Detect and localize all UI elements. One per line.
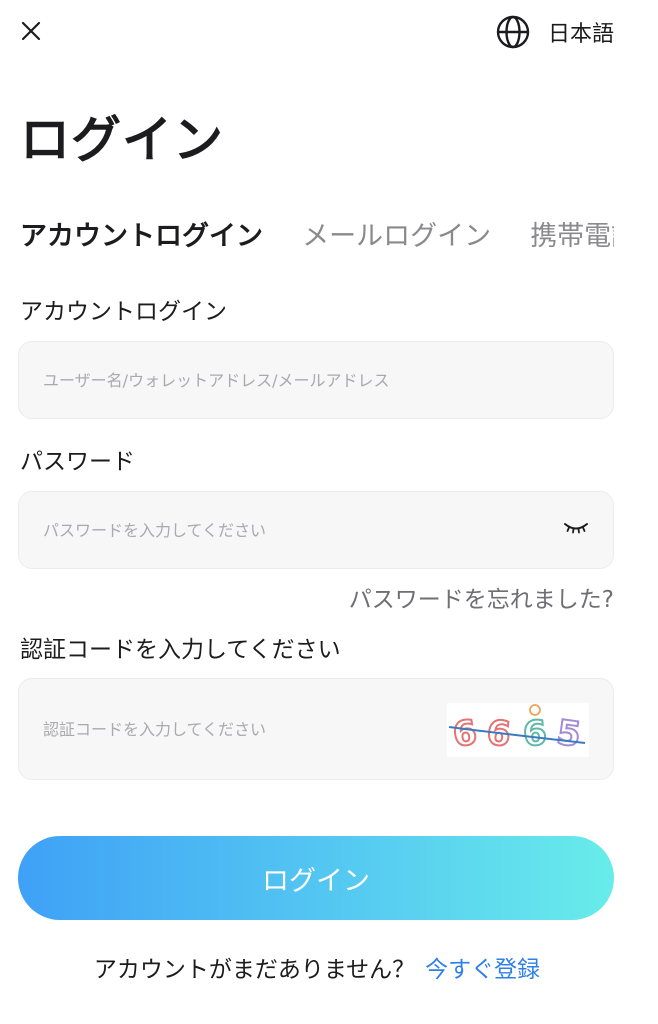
signup-prompt: アカウントがまだありません？ — [93, 957, 416, 983]
captcha-image[interactable]: 6 6 6 5 — [447, 703, 589, 757]
signup-prompt-row: アカウントがまだありません？ 今すぐ登録 — [0, 950, 634, 984]
login-tabs: アカウントログイン メールログイン 携帯電話 — [20, 214, 614, 260]
close-button[interactable] — [14, 14, 48, 48]
captcha-field: 6 6 6 5 — [18, 678, 614, 780]
password-field-label: パスワード — [20, 449, 135, 475]
tab-email-login[interactable]: メールログイン — [302, 214, 491, 260]
eye-closed-icon — [564, 523, 588, 534]
signup-link[interactable]: 今すぐ登録 — [425, 957, 540, 983]
close-icon — [21, 21, 41, 41]
account-input[interactable] — [43, 342, 523, 418]
captcha-field-label: 認証コードを入力してください — [20, 637, 341, 663]
captcha-digit: 6 — [450, 713, 479, 756]
password-input[interactable] — [43, 492, 523, 568]
captcha-digit: 5 — [554, 713, 583, 756]
tab-phone-login[interactable]: 携帯電話 — [530, 214, 614, 260]
tab-account-login[interactable]: アカウントログイン — [20, 214, 263, 260]
forgot-password-link[interactable]: パスワードを忘れました? — [349, 580, 614, 614]
language-selector[interactable]: 日本語 — [496, 14, 614, 50]
account-field-label: アカウントログイン — [20, 299, 227, 325]
top-bar: 日本語 — [0, 0, 658, 62]
password-visibility-toggle[interactable] — [561, 516, 591, 540]
account-field — [18, 341, 614, 419]
password-field — [18, 491, 614, 569]
captcha-digit: 6 — [522, 713, 548, 755]
login-button[interactable]: ログイン — [18, 836, 614, 920]
globe-icon — [496, 15, 530, 49]
language-label: 日本語 — [547, 22, 614, 47]
page-title: ログイン — [20, 111, 224, 169]
